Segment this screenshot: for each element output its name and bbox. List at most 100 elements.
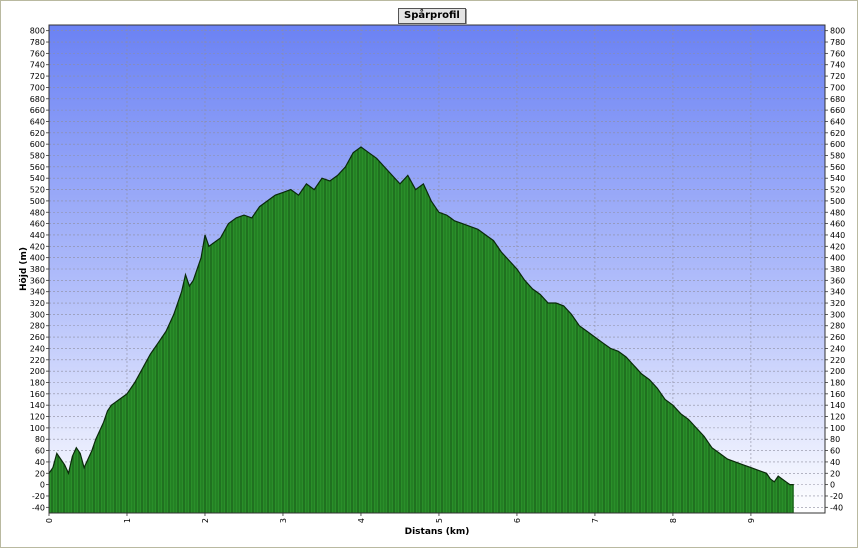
y-tick-label-right: 580 bbox=[830, 152, 845, 161]
x-tick-label: 3 bbox=[279, 518, 288, 523]
y-tick-label-right: 340 bbox=[830, 288, 845, 297]
y-tick-label-right: 40 bbox=[830, 458, 840, 467]
y-tick-label-left: 360 bbox=[30, 276, 45, 285]
y-tick-label-left: 60 bbox=[35, 447, 45, 456]
y-tick-label-right: -40 bbox=[830, 503, 843, 512]
y-tick-label-left: 340 bbox=[30, 288, 45, 297]
y-tick-label-right: 480 bbox=[830, 208, 845, 217]
y-tick-label-left: 280 bbox=[30, 322, 45, 331]
x-tick-label: 1 bbox=[123, 518, 132, 523]
y-tick-label-right: 260 bbox=[830, 333, 845, 342]
y-tick-label-left: 760 bbox=[30, 49, 45, 58]
y-tick-label-right: 280 bbox=[830, 322, 845, 331]
y-tick-label-left: 240 bbox=[30, 344, 45, 353]
y-tick-label-left: 120 bbox=[30, 413, 45, 422]
y-tick-label-left: 800 bbox=[30, 27, 45, 36]
y-tick-label-right: 320 bbox=[830, 299, 845, 308]
y-tick-label-right: 600 bbox=[830, 140, 845, 149]
y-tick-label-right: 520 bbox=[830, 186, 845, 195]
y-tick-label-right: 620 bbox=[830, 129, 845, 138]
y-tick-label-right: 380 bbox=[830, 265, 845, 274]
chart-canvas: -40-200204060801001201401601802002202402… bbox=[19, 24, 845, 537]
y-tick-label-left: 440 bbox=[30, 231, 45, 240]
y-tick-label-right: 560 bbox=[830, 163, 845, 172]
y-tick-label-right: 0 bbox=[830, 481, 835, 490]
y-tick-label-right: 360 bbox=[830, 276, 845, 285]
y-axis-right: -40 -20 0 20 40 60 80 100 120 140 160 180 200 220 240 2… bbox=[825, 27, 845, 512]
y-tick-label-right: 460 bbox=[830, 220, 845, 229]
y-tick-label-left: 720 bbox=[30, 72, 45, 81]
y-tick-label-left: 540 bbox=[30, 174, 45, 183]
y-tick-label-left: 480 bbox=[30, 208, 45, 217]
y-tick-label-left: 260 bbox=[30, 333, 45, 342]
y-tick-label-right: 400 bbox=[830, 254, 845, 263]
y-tick-label-right: -20 bbox=[830, 492, 843, 501]
x-tick-label: 4 bbox=[357, 518, 366, 523]
y-tick-label-right: 720 bbox=[830, 72, 845, 81]
y-tick-label-left: 160 bbox=[30, 390, 45, 399]
x-tick-label: 2 bbox=[201, 518, 210, 523]
y-tick-label-right: 780 bbox=[830, 38, 845, 47]
y-tick-label-left: 640 bbox=[30, 117, 45, 126]
y-tick-label-right: 760 bbox=[830, 49, 845, 58]
y-tick-label-right: 240 bbox=[830, 344, 845, 353]
y-tick-label-left: 200 bbox=[30, 367, 45, 376]
y-tick-label-right: 300 bbox=[830, 310, 845, 319]
y-tick-label-right: 140 bbox=[830, 401, 845, 410]
x-tick-label: 6 bbox=[513, 518, 522, 523]
y-tick-label-left: 700 bbox=[30, 83, 45, 92]
x-tick-label: 7 bbox=[591, 518, 600, 523]
y-tick-label-left: 780 bbox=[30, 38, 45, 47]
x-tick-label: 5 bbox=[435, 518, 444, 523]
y-tick-label-left: 460 bbox=[30, 220, 45, 229]
chart-frame: -40 -20 0 20 40 60 80 100 120 140 160 180 200 220 240 2… bbox=[0, 0, 858, 548]
y-tick-label-right: 100 bbox=[830, 424, 845, 433]
y-tick-label-right: 180 bbox=[830, 378, 845, 387]
y-tick-label-left: -20 bbox=[32, 492, 45, 501]
y-tick-label-right: 20 bbox=[830, 469, 840, 478]
y-tick-label-right: 120 bbox=[830, 413, 845, 422]
y-tick-label-left: 320 bbox=[30, 299, 45, 308]
y-tick-label-left: 0 bbox=[40, 481, 45, 490]
y-axis-left: -40 -20 0 20 40 60 80 100 120 140 160 180 200 220 240 2… bbox=[30, 27, 49, 512]
x-axis: 0 1 2 3 4 5 6 7 8 9 bbox=[45, 513, 756, 523]
y-tick-label-left: 520 bbox=[30, 186, 45, 195]
x-axis-label: Distans (km) bbox=[405, 527, 470, 537]
y-tick-label-right: 200 bbox=[830, 367, 845, 376]
y-tick-label-right: 440 bbox=[830, 231, 845, 240]
y-tick-label-left: 560 bbox=[30, 163, 45, 172]
y-tick-label-right: 800 bbox=[830, 27, 845, 36]
y-tick-label-left: 220 bbox=[30, 356, 45, 365]
y-tick-label-right: 700 bbox=[830, 83, 845, 92]
y-tick-label-left: 380 bbox=[30, 265, 45, 274]
y-tick-label-right: 500 bbox=[830, 197, 845, 206]
y-tick-label-right: 640 bbox=[830, 117, 845, 126]
y-tick-label-right: 660 bbox=[830, 106, 845, 115]
y-tick-label-left: 80 bbox=[35, 435, 45, 444]
y-tick-label-left: 600 bbox=[30, 140, 45, 149]
x-tick-label: 9 bbox=[747, 518, 756, 523]
y-tick-label-right: 540 bbox=[830, 174, 845, 183]
y-tick-label-right: 80 bbox=[830, 435, 840, 444]
y-tick-label-left: 180 bbox=[30, 378, 45, 387]
y-tick-label-left: 420 bbox=[30, 242, 45, 251]
y-tick-label-left: 300 bbox=[30, 310, 45, 319]
y-tick-label-left: 20 bbox=[35, 469, 45, 478]
y-tick-label-left: 400 bbox=[30, 254, 45, 263]
y-tick-label-left: 620 bbox=[30, 129, 45, 138]
y-axis-label: Höjd (m) bbox=[19, 247, 29, 291]
y-tick-label-left: 500 bbox=[30, 197, 45, 206]
y-tick-label-right: 160 bbox=[830, 390, 845, 399]
y-tick-label-left: -40 bbox=[32, 503, 45, 512]
y-tick-label-left: 40 bbox=[35, 458, 45, 467]
y-tick-label-left: 100 bbox=[30, 424, 45, 433]
y-tick-label-right: 680 bbox=[830, 95, 845, 104]
y-tick-label-left: 140 bbox=[30, 401, 45, 410]
y-tick-label-right: 220 bbox=[830, 356, 845, 365]
y-tick-label-left: 680 bbox=[30, 95, 45, 104]
y-tick-label-right: 740 bbox=[830, 61, 845, 70]
chart-title: Spårprofil bbox=[398, 8, 466, 24]
y-tick-label-left: 740 bbox=[30, 61, 45, 70]
x-tick-label: 8 bbox=[669, 518, 678, 523]
x-tick-label: 0 bbox=[45, 518, 54, 523]
